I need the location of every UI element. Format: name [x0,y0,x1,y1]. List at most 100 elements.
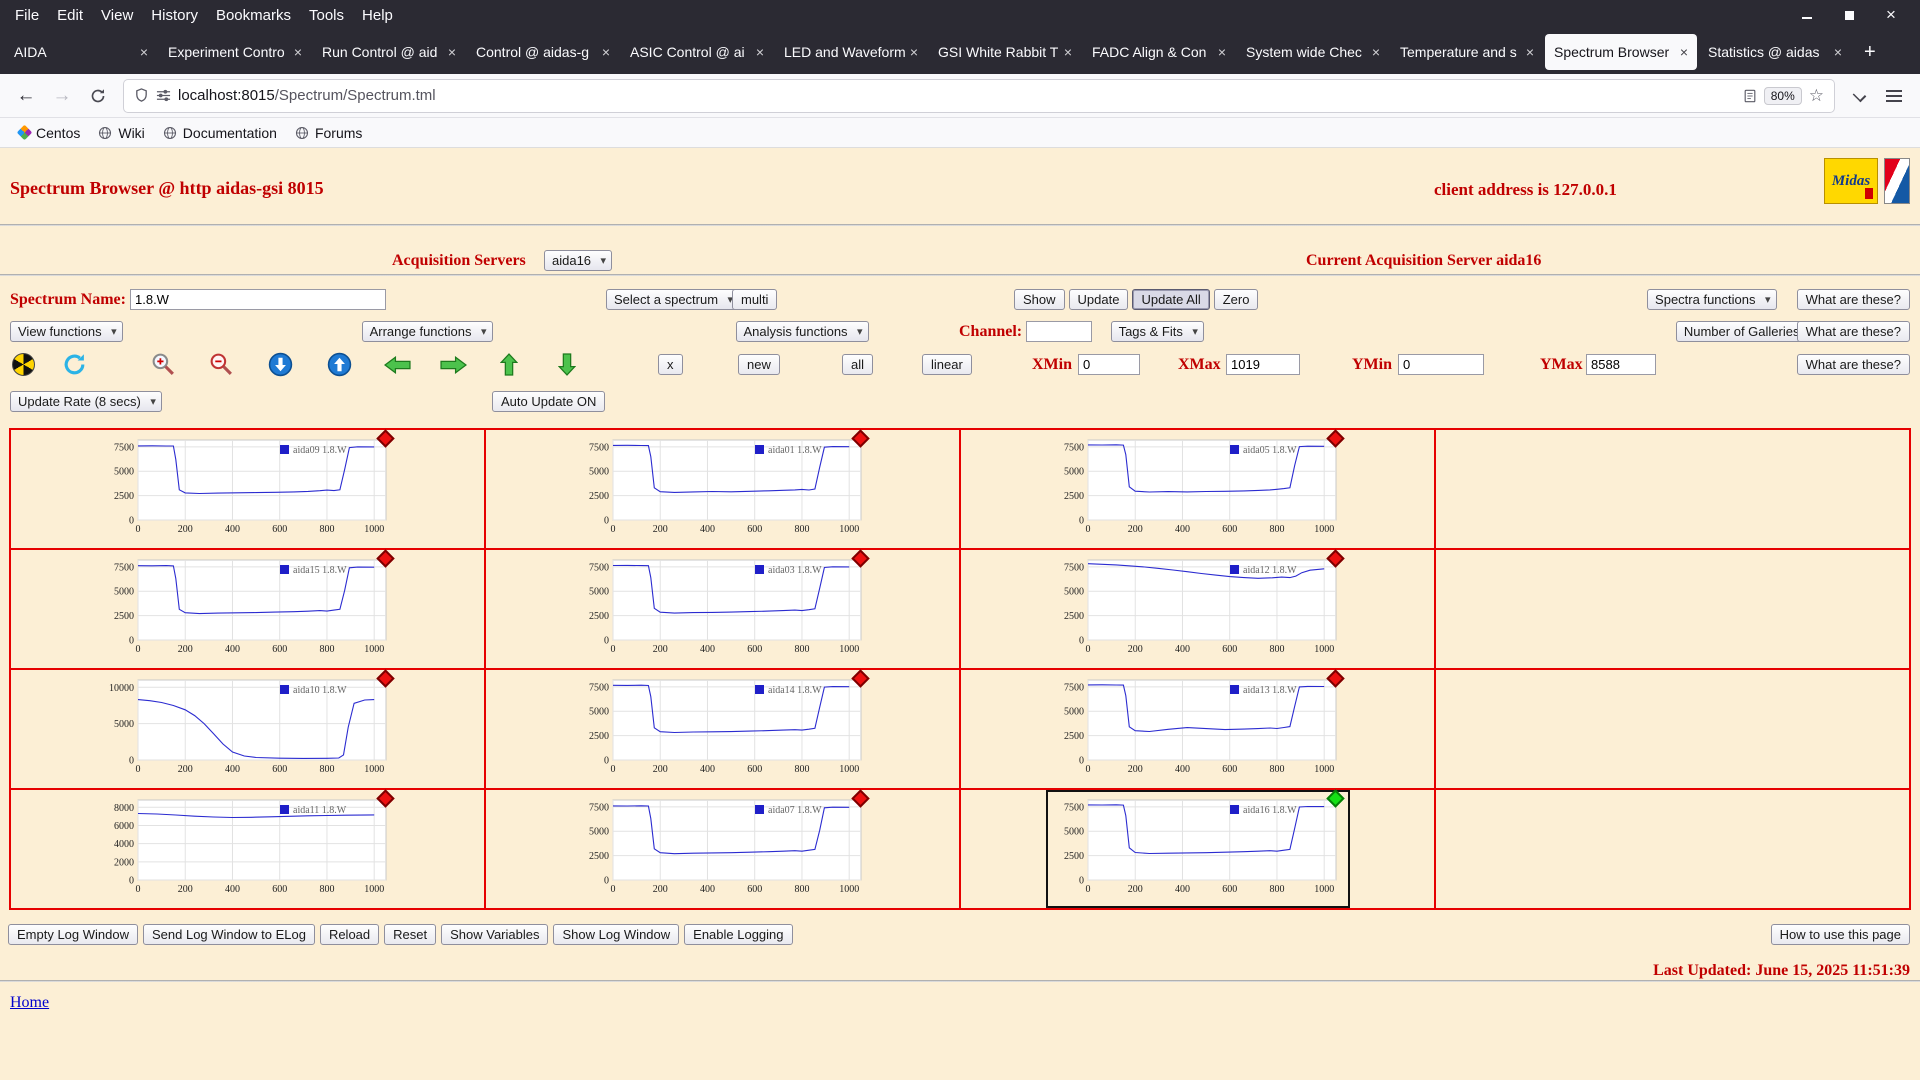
arrange-functions-dropdown[interactable]: Arrange functions [361,321,493,342]
linear-button[interactable]: linear [922,354,972,375]
select-spectrum-dropdown[interactable]: Select a spectrum [606,289,740,310]
new-tab-button[interactable]: + [1852,41,1888,64]
window-maximize-button[interactable] [1842,8,1856,22]
view-functions-dropdown[interactable]: View functions [10,321,123,342]
bookmark-wiki[interactable]: Wiki [89,123,153,143]
spectrum-chart-aida12[interactable]: 0 200 400 600 800 1000 0 2500 5000 7500 aida12 1.8… [1048,549,1348,666]
ymax-input[interactable] [1586,354,1656,375]
xmin-input[interactable] [1078,354,1140,375]
menubar-item-view[interactable]: View [92,4,142,27]
tab-fadc-align-con[interactable]: FADC Align & Con × [1083,34,1235,70]
tab-statistics-aidas[interactable]: Statistics @ aidas × [1699,34,1851,70]
midas-logo[interactable]: Midas [1824,158,1878,204]
tab-spectrum-browser[interactable]: Spectrum Browser × [1545,34,1697,70]
spectrum-chart-aida09[interactable]: 0 200 400 600 800 1000 0 2500 5000 7500 aida09 1.8… [98,429,398,546]
footer-button-reset[interactable]: Reset [384,924,437,945]
tab-run-control-aid[interactable]: Run Control @ aid × [313,34,465,70]
tab-aida[interactable]: AIDA × [5,34,157,70]
url-bar[interactable]: localhost:8015/Spectrum/Spectrum.tml 80%… [124,79,1834,112]
bookmark-documentation[interactable]: Documentation [154,123,286,143]
acquisition-server-dropdown[interactable]: aida16 [544,250,613,271]
multi-button[interactable]: multi [732,289,778,310]
ymin-input[interactable] [1398,354,1484,375]
tab-close-icon[interactable]: × [1372,44,1380,60]
arrow-left-icon[interactable] [384,356,411,374]
bookmark-centos[interactable]: Centos [10,123,89,143]
back-button[interactable]: ← [10,80,42,112]
tab-close-icon[interactable]: × [1680,44,1688,60]
reader-view-icon[interactable] [1743,89,1757,103]
channel-input[interactable] [1026,321,1092,342]
show-button[interactable]: Show [1014,289,1065,310]
footer-button-show-variables[interactable]: Show Variables [441,924,549,945]
facility-logo[interactable] [1884,158,1910,204]
spectrum-chart-aida16[interactable]: 0 200 400 600 800 1000 0 2500 5000 7500 aida16 1.8… [1045,789,1350,908]
tab-asic-control-ai[interactable]: ASIC Control @ ai × [621,34,773,70]
window-minimize-button[interactable] [1800,8,1814,22]
spectrum-chart-aida15[interactable]: 0 200 400 600 800 1000 0 2500 5000 7500 aida15 1.8… [98,549,398,666]
update-rate-dropdown[interactable]: Update Rate (8 secs) [10,391,162,412]
tab-close-icon[interactable]: × [140,44,148,60]
bookmark-forums[interactable]: Forums [286,123,371,143]
forward-button[interactable]: → [46,80,78,112]
x-button[interactable]: x [658,354,683,375]
tab-control-aidas-g[interactable]: Control @ aidas-g × [467,34,619,70]
arrow-up-icon[interactable] [500,353,518,376]
tab-close-icon[interactable]: × [448,44,456,60]
footer-button-enable-logging[interactable]: Enable Logging [684,924,793,945]
menubar-item-history[interactable]: History [142,4,207,27]
tab-close-icon[interactable]: × [1064,44,1072,60]
tab-close-icon[interactable]: × [294,44,302,60]
tab-experiment-contro[interactable]: Experiment Contro × [159,34,311,70]
menubar-item-bookmarks[interactable]: Bookmarks [207,4,300,27]
footer-button-show-log-window[interactable]: Show Log Window [553,924,680,945]
scroll-down-icon[interactable] [268,352,293,377]
zoom-in-icon[interactable] [150,351,177,378]
permissions-sliders-icon[interactable] [156,88,171,103]
extension-icon[interactable] [1850,87,1868,105]
what-are-these-button-1[interactable]: What are these? [1796,289,1910,310]
arrow-down-icon[interactable] [558,353,576,376]
menubar-item-edit[interactable]: Edit [48,4,92,27]
zero-button[interactable]: Zero [1213,289,1259,310]
tab-temperature-and-s[interactable]: Temperature and s × [1391,34,1543,70]
app-menu-icon[interactable] [1886,89,1902,102]
refresh-icon[interactable] [62,352,87,377]
tab-close-icon[interactable]: × [602,44,610,60]
tab-close-icon[interactable]: × [910,44,918,60]
spectrum-chart-aida05[interactable]: 0 200 400 600 800 1000 0 2500 5000 7500 aida05 1.8… [1048,429,1348,546]
arrow-right-icon[interactable] [440,356,467,374]
reload-button[interactable] [82,80,114,112]
tab-led-and-waveform[interactable]: LED and Waveform × [775,34,927,70]
spectrum-chart-aida10[interactable]: 0 200 400 600 800 1000 0 5000 10000 aida10 1.8.W [98,669,398,786]
update-all-button[interactable]: Update All [1132,289,1210,310]
home-link[interactable]: Home [10,994,49,1011]
auto-update-button[interactable]: Auto Update ON [492,391,606,412]
spectrum-name-input[interactable] [130,289,386,310]
spectrum-chart-aida01[interactable]: 0 200 400 600 800 1000 0 2500 5000 7500 aida01 1.8… [573,429,873,546]
bookmark-star-icon[interactable]: ☆ [1809,86,1824,106]
scroll-up-icon[interactable] [327,352,352,377]
all-button[interactable]: all [842,354,874,375]
tab-close-icon[interactable]: × [1218,44,1226,60]
tab-close-icon[interactable]: × [1526,44,1534,60]
menubar-item-file[interactable]: File [6,4,48,27]
how-to-use-button[interactable]: How to use this page [1770,924,1910,945]
spectrum-chart-aida03[interactable]: 0 200 400 600 800 1000 0 2500 5000 7500 aida03 1.8… [573,549,873,666]
spectrum-chart-aida14[interactable]: 0 200 400 600 800 1000 0 2500 5000 7500 aida14 1.8… [573,669,873,786]
zoom-out-icon[interactable] [208,351,235,378]
shield-icon[interactable] [134,88,149,103]
zoom-level-badge[interactable]: 80% [1763,86,1802,105]
footer-button-empty-log-window[interactable]: Empty Log Window [8,924,138,945]
spectrum-chart-aida07[interactable]: 0 200 400 600 800 1000 0 2500 5000 7500 aida07 1.8… [573,789,873,906]
tab-close-icon[interactable]: × [756,44,764,60]
tab-close-icon[interactable]: × [1834,44,1842,60]
tab-system-wide-chec[interactable]: System wide Chec × [1237,34,1389,70]
spectra-functions-dropdown[interactable]: Spectra functions [1647,289,1777,310]
new-button[interactable]: new [738,354,780,375]
footer-button-send-log-window-to-elog[interactable]: Send Log Window to ELog [143,924,315,945]
analysis-functions-dropdown[interactable]: Analysis functions [735,321,869,342]
update-button[interactable]: Update [1068,289,1129,310]
tab-gsi-white-rabbit-t[interactable]: GSI White Rabbit T × [929,34,1081,70]
menubar-item-tools[interactable]: Tools [300,4,353,27]
